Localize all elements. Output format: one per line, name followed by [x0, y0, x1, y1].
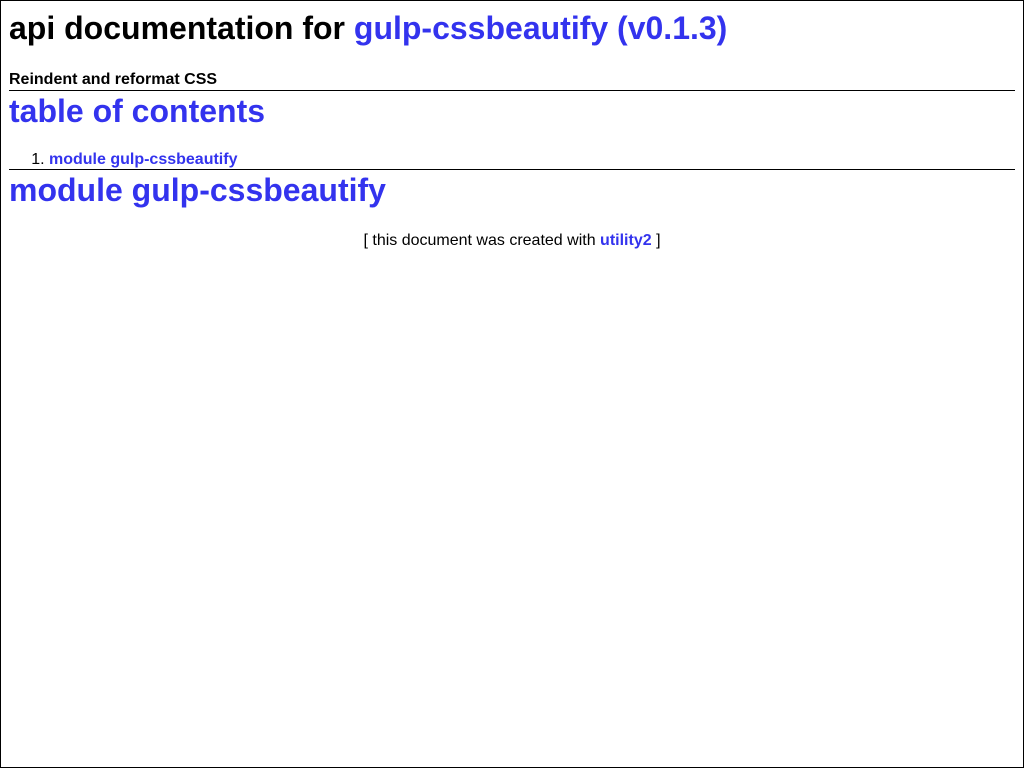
- footer-text: this document was created with: [372, 232, 596, 249]
- package-link[interactable]: gulp-cssbeautify (v0.1.3): [354, 10, 727, 46]
- module-heading: module gulp-cssbeautify: [9, 172, 386, 208]
- document-page: api documentation for gulp-cssbeautify (…: [0, 0, 1024, 768]
- package-description: Reindent and reformat CSS: [9, 71, 218, 88]
- utility2-link[interactable]: utility2: [600, 232, 652, 249]
- toc-list: module gulp-cssbeautify: [9, 151, 1015, 169]
- footer-note: [ this document was created with utility…: [9, 231, 1015, 251]
- page-title-prefix: api documentation for: [9, 10, 345, 46]
- toc-link-module[interactable]: module gulp-cssbeautify: [49, 151, 237, 168]
- footer-open-bracket: [: [363, 232, 368, 249]
- footer-close-bracket: ]: [656, 232, 661, 249]
- toc-item: module gulp-cssbeautify: [49, 151, 1015, 169]
- page-title: api documentation for gulp-cssbeautify (…: [9, 1, 1015, 48]
- toc-heading: table of contents: [9, 93, 266, 129]
